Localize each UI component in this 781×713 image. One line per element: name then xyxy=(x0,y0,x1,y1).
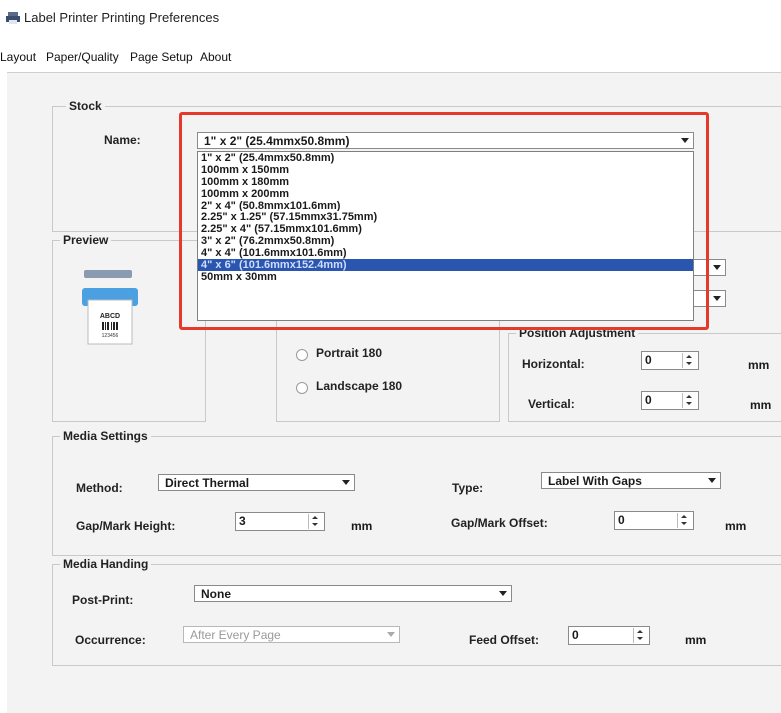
chevron-down-icon[interactable] xyxy=(713,296,721,301)
gap-mark-offset-label: Gap/Mark Offset: xyxy=(451,516,548,530)
method-select[interactable]: Direct Thermal xyxy=(158,474,355,491)
preview-label-subtext: 123456 xyxy=(102,333,119,339)
chevron-down-icon[interactable] xyxy=(713,265,721,270)
vertical-label: Vertical: xyxy=(528,397,575,411)
tab-layout[interactable]: Layout xyxy=(0,50,36,64)
chevron-down-icon[interactable] xyxy=(387,632,395,637)
gap-mark-height-spinbox[interactable]: 3 xyxy=(235,512,325,531)
tab-paper-quality[interactable]: Paper/Quality xyxy=(46,50,119,64)
gap-mark-height-unit: mm xyxy=(351,519,373,533)
gap-mark-offset-spin-buttons[interactable] xyxy=(677,513,691,528)
media-handling-group xyxy=(52,564,781,666)
horizontal-label: Horizontal: xyxy=(522,357,585,371)
spin-down-icon[interactable] xyxy=(686,402,692,405)
gap-mark-offset-spinbox[interactable]: 0 xyxy=(614,511,694,530)
preview-label-text: ABCD xyxy=(100,313,120,320)
feed-offset-value: 0 xyxy=(572,628,579,642)
vertical-value: 0 xyxy=(645,393,652,407)
tab-about[interactable]: About xyxy=(200,50,231,64)
portrait-180-radio[interactable] xyxy=(296,349,308,361)
feed-offset-unit: mm xyxy=(685,633,707,647)
tab-page-setup[interactable]: Page Setup xyxy=(130,50,193,64)
vertical-spin-buttons[interactable] xyxy=(682,393,696,408)
spin-up-icon[interactable] xyxy=(637,630,643,633)
occurrence-label: Occurrence: xyxy=(75,633,146,647)
gap-mark-height-label: Gap/Mark Height: xyxy=(76,519,176,533)
gap-mark-height-spin-buttons[interactable] xyxy=(308,514,322,529)
spin-up-icon[interactable] xyxy=(312,516,318,519)
feed-offset-spin-buttons[interactable] xyxy=(633,628,647,643)
gap-mark-height-value: 3 xyxy=(239,514,246,528)
chevron-down-icon[interactable] xyxy=(342,480,350,485)
media-settings-group xyxy=(52,436,781,556)
stock-group-label: Stock xyxy=(66,99,105,113)
post-print-select[interactable]: None xyxy=(194,585,512,602)
red-highlight-box xyxy=(179,112,709,330)
gap-mark-offset-value: 0 xyxy=(618,513,625,527)
chevron-down-icon[interactable] xyxy=(708,478,716,483)
occurrence-value: After Every Page xyxy=(190,628,281,642)
chevron-down-icon[interactable] xyxy=(499,591,507,596)
vertical-spinbox[interactable]: 0 xyxy=(641,391,699,410)
landscape-180-radio[interactable] xyxy=(296,382,308,394)
spin-down-icon[interactable] xyxy=(681,522,687,525)
method-label: Method: xyxy=(76,481,123,495)
spin-up-icon[interactable] xyxy=(686,355,692,358)
type-value: Label With Gaps xyxy=(548,474,642,488)
horizontal-value: 0 xyxy=(645,353,652,367)
portrait-180-label[interactable]: Portrait 180 xyxy=(316,346,382,360)
feed-offset-spinbox[interactable]: 0 xyxy=(568,626,650,645)
printer-icon xyxy=(6,12,20,24)
horizontal-spin-buttons[interactable] xyxy=(682,353,696,368)
window-title: Label Printer Printing Preferences xyxy=(24,10,220,25)
horizontal-spinbox[interactable]: 0 xyxy=(641,351,699,370)
spin-down-icon[interactable] xyxy=(686,362,692,365)
tab-bar: Layout Paper/Quality Page Setup About xyxy=(0,50,781,66)
media-settings-label: Media Settings xyxy=(60,429,151,443)
horizontal-unit: mm xyxy=(748,358,770,372)
method-value: Direct Thermal xyxy=(165,476,250,490)
post-print-label: Post-Print: xyxy=(72,593,134,607)
spin-down-icon[interactable] xyxy=(637,637,643,640)
spin-up-icon[interactable] xyxy=(686,395,692,398)
stock-name-label: Name: xyxy=(104,133,141,147)
feed-offset-label: Feed Offset: xyxy=(469,633,540,647)
type-label: Type: xyxy=(452,481,484,495)
vertical-unit: mm xyxy=(750,398,772,412)
type-select[interactable]: Label With Gaps xyxy=(541,472,721,489)
media-handling-label: Media Handing xyxy=(60,557,152,571)
preview-group-label: Preview xyxy=(60,233,112,247)
spin-down-icon[interactable] xyxy=(312,523,318,526)
landscape-180-label[interactable]: Landscape 180 xyxy=(316,379,402,393)
gap-mark-offset-unit: mm xyxy=(725,519,747,533)
label-printer-icon: ABCD 123456 xyxy=(82,270,138,345)
post-print-value: None xyxy=(201,587,231,601)
spin-up-icon[interactable] xyxy=(681,515,687,518)
occurrence-select[interactable]: After Every Page xyxy=(183,626,400,643)
